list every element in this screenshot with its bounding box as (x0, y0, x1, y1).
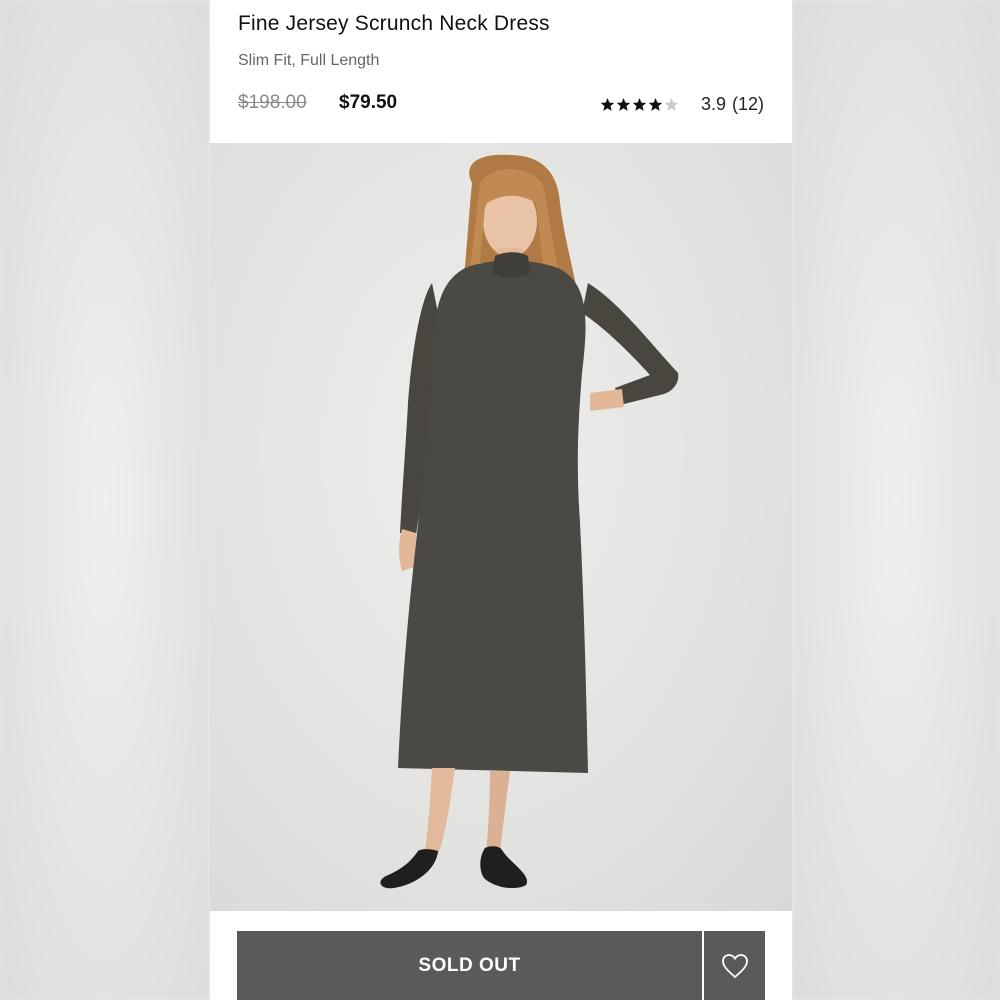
sold-out-button[interactable]: SOLD OUT (237, 931, 702, 1000)
product-title: Fine Jersey Scrunch Neck Dress (238, 12, 550, 35)
product-photo[interactable] (210, 143, 792, 911)
sale-price: $79.50 (339, 92, 398, 113)
star-empty-icon (664, 97, 679, 111)
wishlist-button[interactable] (704, 931, 765, 1000)
price-row: $198.00 $79.50 3.9 (12) (238, 92, 764, 116)
action-bar: SOLD OUT (237, 931, 765, 1000)
background-left (0, 0, 210, 1000)
original-price: $198.00 (238, 92, 307, 113)
rating[interactable]: 3.9 (12) (600, 92, 764, 116)
model-illustration (380, 154, 679, 889)
review-count[interactable]: (12) (732, 94, 764, 115)
star-filled-icon (632, 97, 647, 111)
star-filled-icon (648, 97, 663, 111)
product-fit: Slim Fit, Full Length (238, 52, 380, 69)
star-filled-icon (616, 97, 631, 111)
product-card: Fine Jersey Scrunch Neck Dress Slim Fit,… (210, 0, 792, 1000)
rating-value: 3.9 (700, 93, 726, 114)
star-filled-icon (600, 97, 615, 111)
heart-icon (721, 953, 748, 978)
star-rating (600, 97, 679, 112)
background-right (792, 0, 1000, 1000)
